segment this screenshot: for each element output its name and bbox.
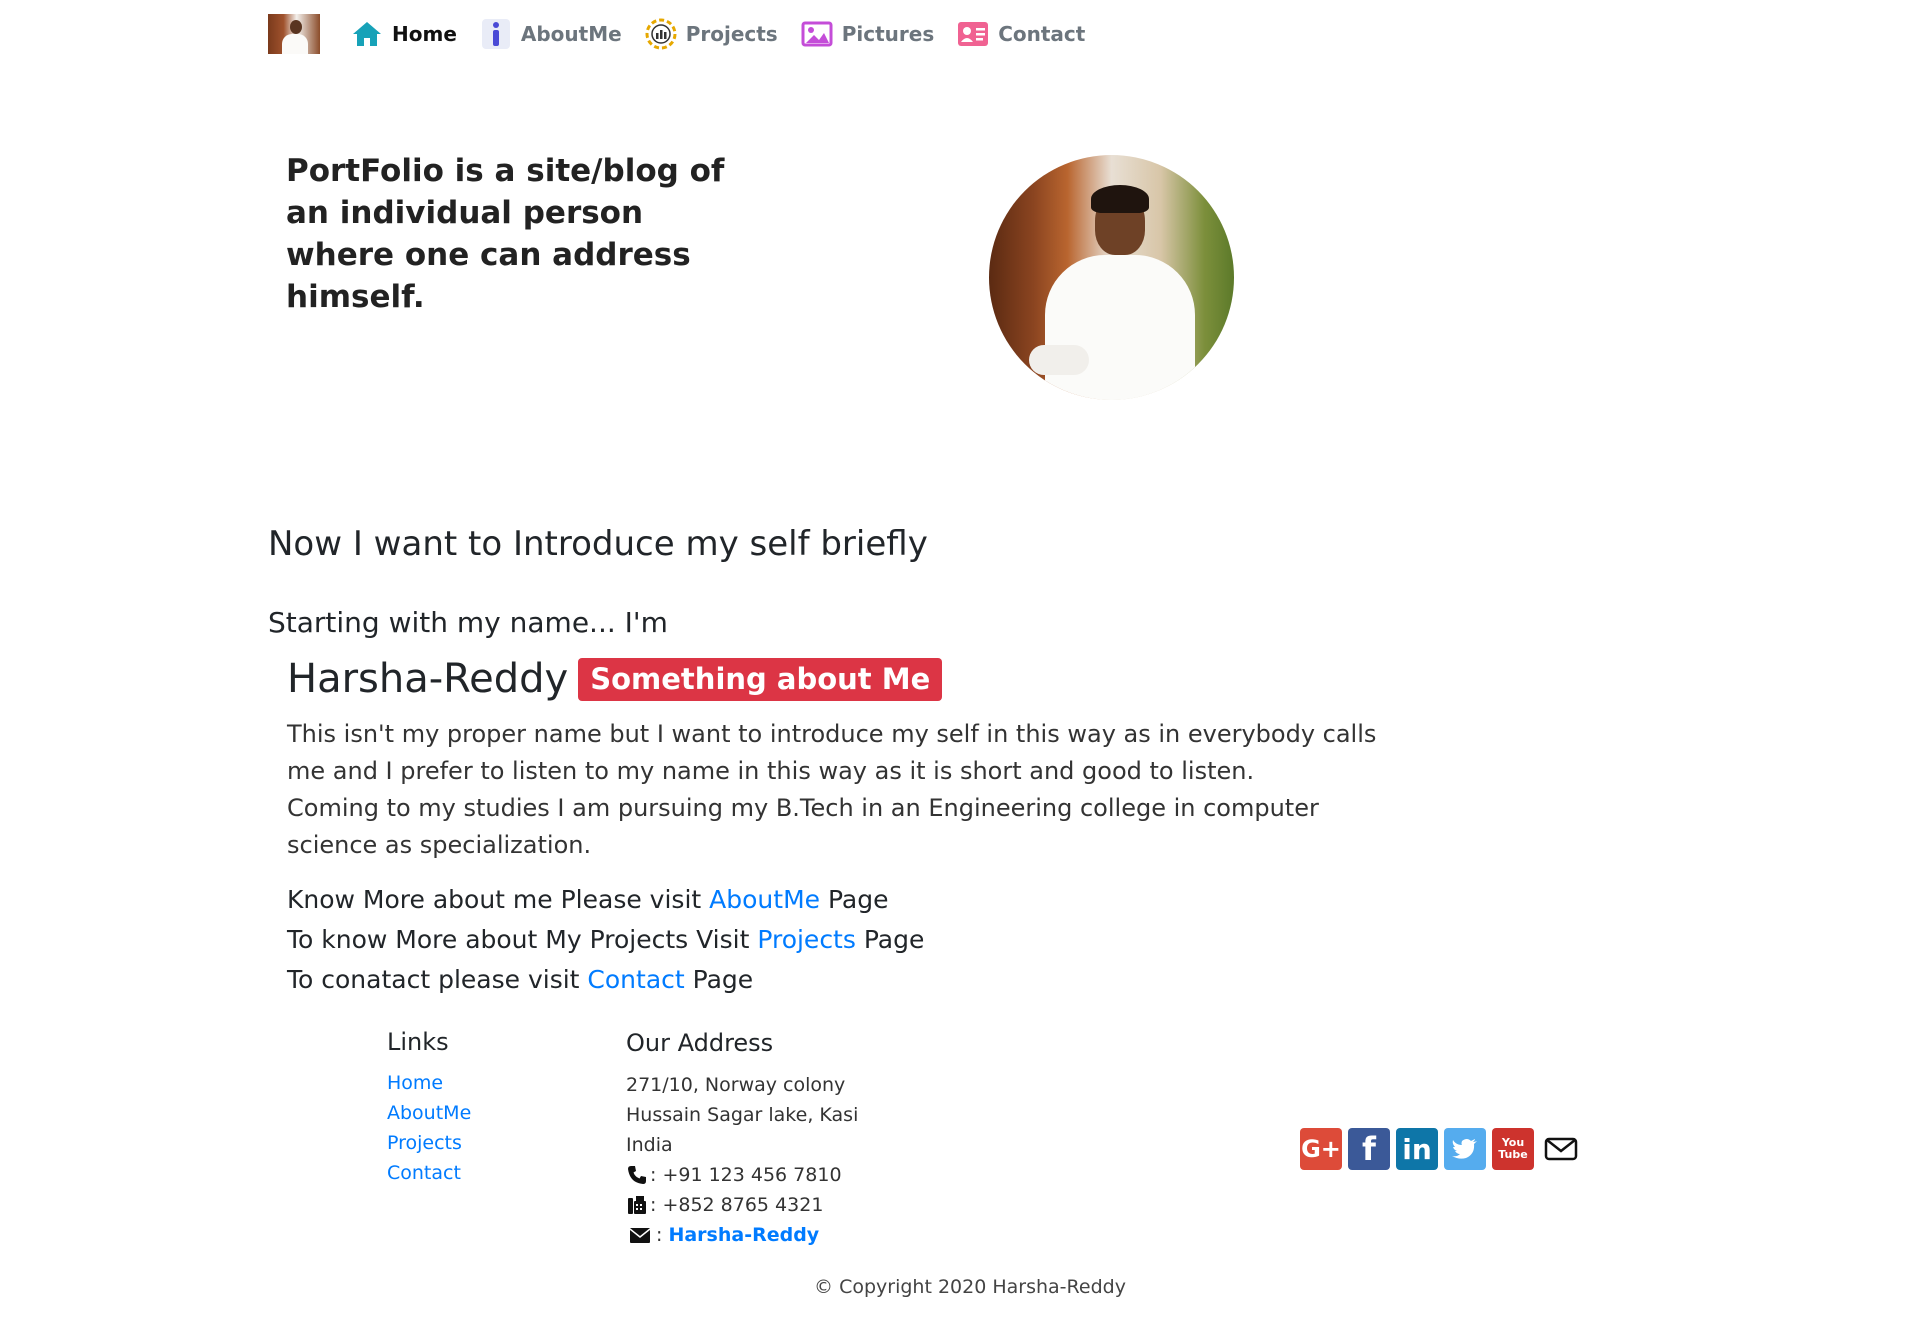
visit-suffix: Page xyxy=(863,925,925,954)
links-title: Links xyxy=(387,1028,449,1056)
footer-link-aboutme[interactable]: AboutMe xyxy=(387,1102,471,1124)
envelope-icon xyxy=(629,1228,651,1243)
home-icon xyxy=(353,22,381,46)
nav-pictures[interactable]: Pictures xyxy=(800,17,935,51)
footer-address: Our Address 271/10, Norway colony Hussai… xyxy=(626,1028,858,1250)
fax-icon xyxy=(628,1196,646,1214)
footer-link-projects[interactable]: Projects xyxy=(387,1132,462,1154)
visit-projects-line: To know More about My Projects Visit Pro… xyxy=(287,920,924,960)
nav-home-label: Home xyxy=(392,22,457,46)
address-title: Our Address xyxy=(626,1029,774,1057)
copyright: © Copyright 2020 Harsha-Reddy xyxy=(814,1276,1126,1298)
projects-icon xyxy=(645,18,677,50)
footer-link-home[interactable]: Home xyxy=(387,1072,443,1094)
bio-paragraph-2: Coming to my studies I am pursuing my B.… xyxy=(287,794,1319,859)
visit-aboutme-line: Know More about me Please visit AboutMe … xyxy=(287,880,924,920)
contact-card-icon xyxy=(958,22,989,46)
facebook-icon[interactable]: f xyxy=(1348,1128,1390,1170)
top-navbar: Home AboutMe Projects Pictures Contact xyxy=(268,14,1107,54)
social-buttons: G+ f in You Tube xyxy=(1300,1128,1588,1170)
image-icon xyxy=(801,21,833,47)
youtube-icon[interactable]: You Tube xyxy=(1492,1128,1534,1170)
avatar-face xyxy=(290,20,302,34)
address-line: Hussain Sagar lake, Kasi xyxy=(626,1104,859,1126)
visit-contact-line: To conatact please visit Contact Page xyxy=(287,960,924,1000)
nav-aboutme[interactable]: AboutMe xyxy=(479,17,622,51)
intro-heading: Now I want to Introduce my self briefly xyxy=(268,524,928,564)
visit-prefix: To know More about My Projects Visit xyxy=(287,925,750,954)
fax-line: : +852 8765 4321 xyxy=(626,1190,858,1220)
profile-photo xyxy=(989,155,1234,400)
starting-text: Starting with my name... I'm xyxy=(268,606,668,639)
phone-line: : +91 123 456 7810 xyxy=(626,1160,858,1190)
phone-number: : +91 123 456 7810 xyxy=(650,1164,842,1186)
address-line: 271/10, Norway colony xyxy=(626,1074,846,1096)
about-badge: Something about Me xyxy=(578,657,943,701)
twitter-icon[interactable] xyxy=(1444,1128,1486,1170)
linkedin-icon[interactable]: in xyxy=(1396,1128,1438,1170)
mail-icon[interactable] xyxy=(1540,1128,1582,1170)
visit-prefix: Know More about me Please visit xyxy=(287,885,702,914)
aboutme-link[interactable]: AboutMe xyxy=(709,885,820,914)
visit-prefix: To conatact please visit xyxy=(287,965,580,994)
email-separator: : xyxy=(656,1224,663,1246)
address-line: India xyxy=(626,1134,673,1156)
photo-arm xyxy=(1029,345,1089,375)
email-line: : Harsha-Reddy xyxy=(626,1220,858,1250)
twitter-bird-glyph xyxy=(1452,1139,1477,1159)
nav-aboutme-label: AboutMe xyxy=(520,22,622,46)
nav-home[interactable]: Home xyxy=(350,17,457,51)
bio-paragraph-1: This isn't my proper name but I want to … xyxy=(287,720,1377,785)
photo-hair xyxy=(1091,185,1149,213)
photo-shirt xyxy=(1045,255,1195,400)
info-icon xyxy=(481,19,510,49)
person-name: Harsha-Reddy xyxy=(287,656,569,702)
visit-suffix: Page xyxy=(827,885,889,914)
google-plus-icon[interactable]: G+ xyxy=(1300,1128,1342,1170)
projects-link[interactable]: Projects xyxy=(757,925,856,954)
avatar-shirt xyxy=(282,34,308,54)
nav-projects[interactable]: Projects xyxy=(644,17,778,51)
nav-contact-label: Contact xyxy=(998,22,1086,46)
mail-outline-glyph xyxy=(1544,1137,1578,1161)
hero-tagline: PortFolio is a site/blog of an individua… xyxy=(286,153,725,315)
footer-links: Links Home AboutMe Projects Contact xyxy=(387,1028,471,1188)
nav-pictures-label: Pictures xyxy=(841,22,935,46)
name-row: Harsha-Reddy Something about Me xyxy=(287,656,943,702)
phone-icon xyxy=(628,1166,646,1184)
brand-avatar[interactable] xyxy=(268,14,320,54)
footer-link-contact[interactable]: Contact xyxy=(387,1162,461,1184)
visit-suffix: Page xyxy=(692,965,754,994)
nav-contact[interactable]: Contact xyxy=(956,17,1085,51)
email-link[interactable]: Harsha-Reddy xyxy=(668,1220,819,1250)
fax-number: : +852 8765 4321 xyxy=(650,1194,824,1216)
contact-link[interactable]: Contact xyxy=(587,965,684,994)
bio: This isn't my proper name but I want to … xyxy=(287,716,1407,864)
visit-links: Know More about me Please visit AboutMe … xyxy=(287,880,924,1000)
nav-projects-label: Projects xyxy=(685,22,778,46)
